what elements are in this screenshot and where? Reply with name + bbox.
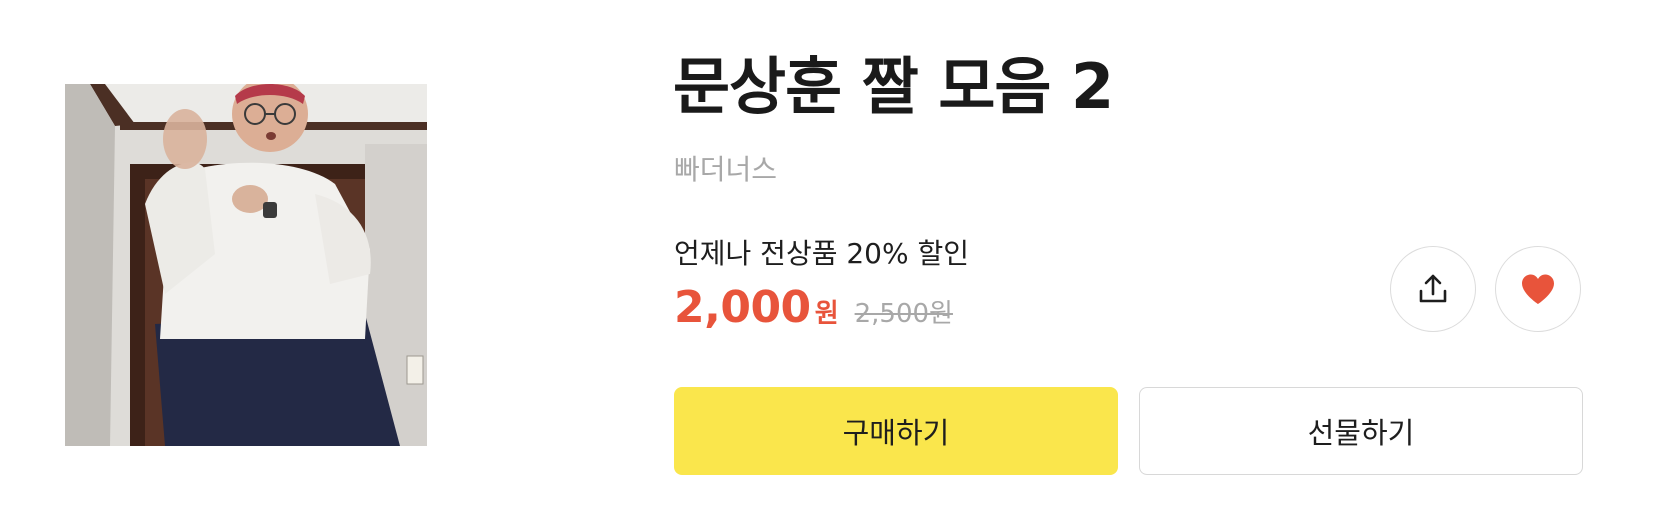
promo-text: 언제나 전상품 20% 할인 xyxy=(674,237,970,270)
buy-button[interactable]: 구매하기 xyxy=(674,387,1118,475)
product-title: 문상훈 짤 모음 2 xyxy=(673,50,1114,123)
product-author[interactable]: 빠더너스 xyxy=(674,150,777,190)
like-button[interactable] xyxy=(1495,246,1581,332)
price-row: 2,000 원 2,500원 xyxy=(674,282,953,342)
sale-price: 2,000 xyxy=(674,282,811,333)
share-upload-icon xyxy=(1419,274,1447,303)
gift-button[interactable]: 선물하기 xyxy=(1139,387,1583,475)
product-thumbnail xyxy=(65,84,427,446)
sale-price-unit: 원 xyxy=(814,299,839,329)
share-button[interactable] xyxy=(1390,246,1476,332)
heart-icon xyxy=(1522,274,1554,304)
original-price: 2,500원 xyxy=(854,299,953,329)
